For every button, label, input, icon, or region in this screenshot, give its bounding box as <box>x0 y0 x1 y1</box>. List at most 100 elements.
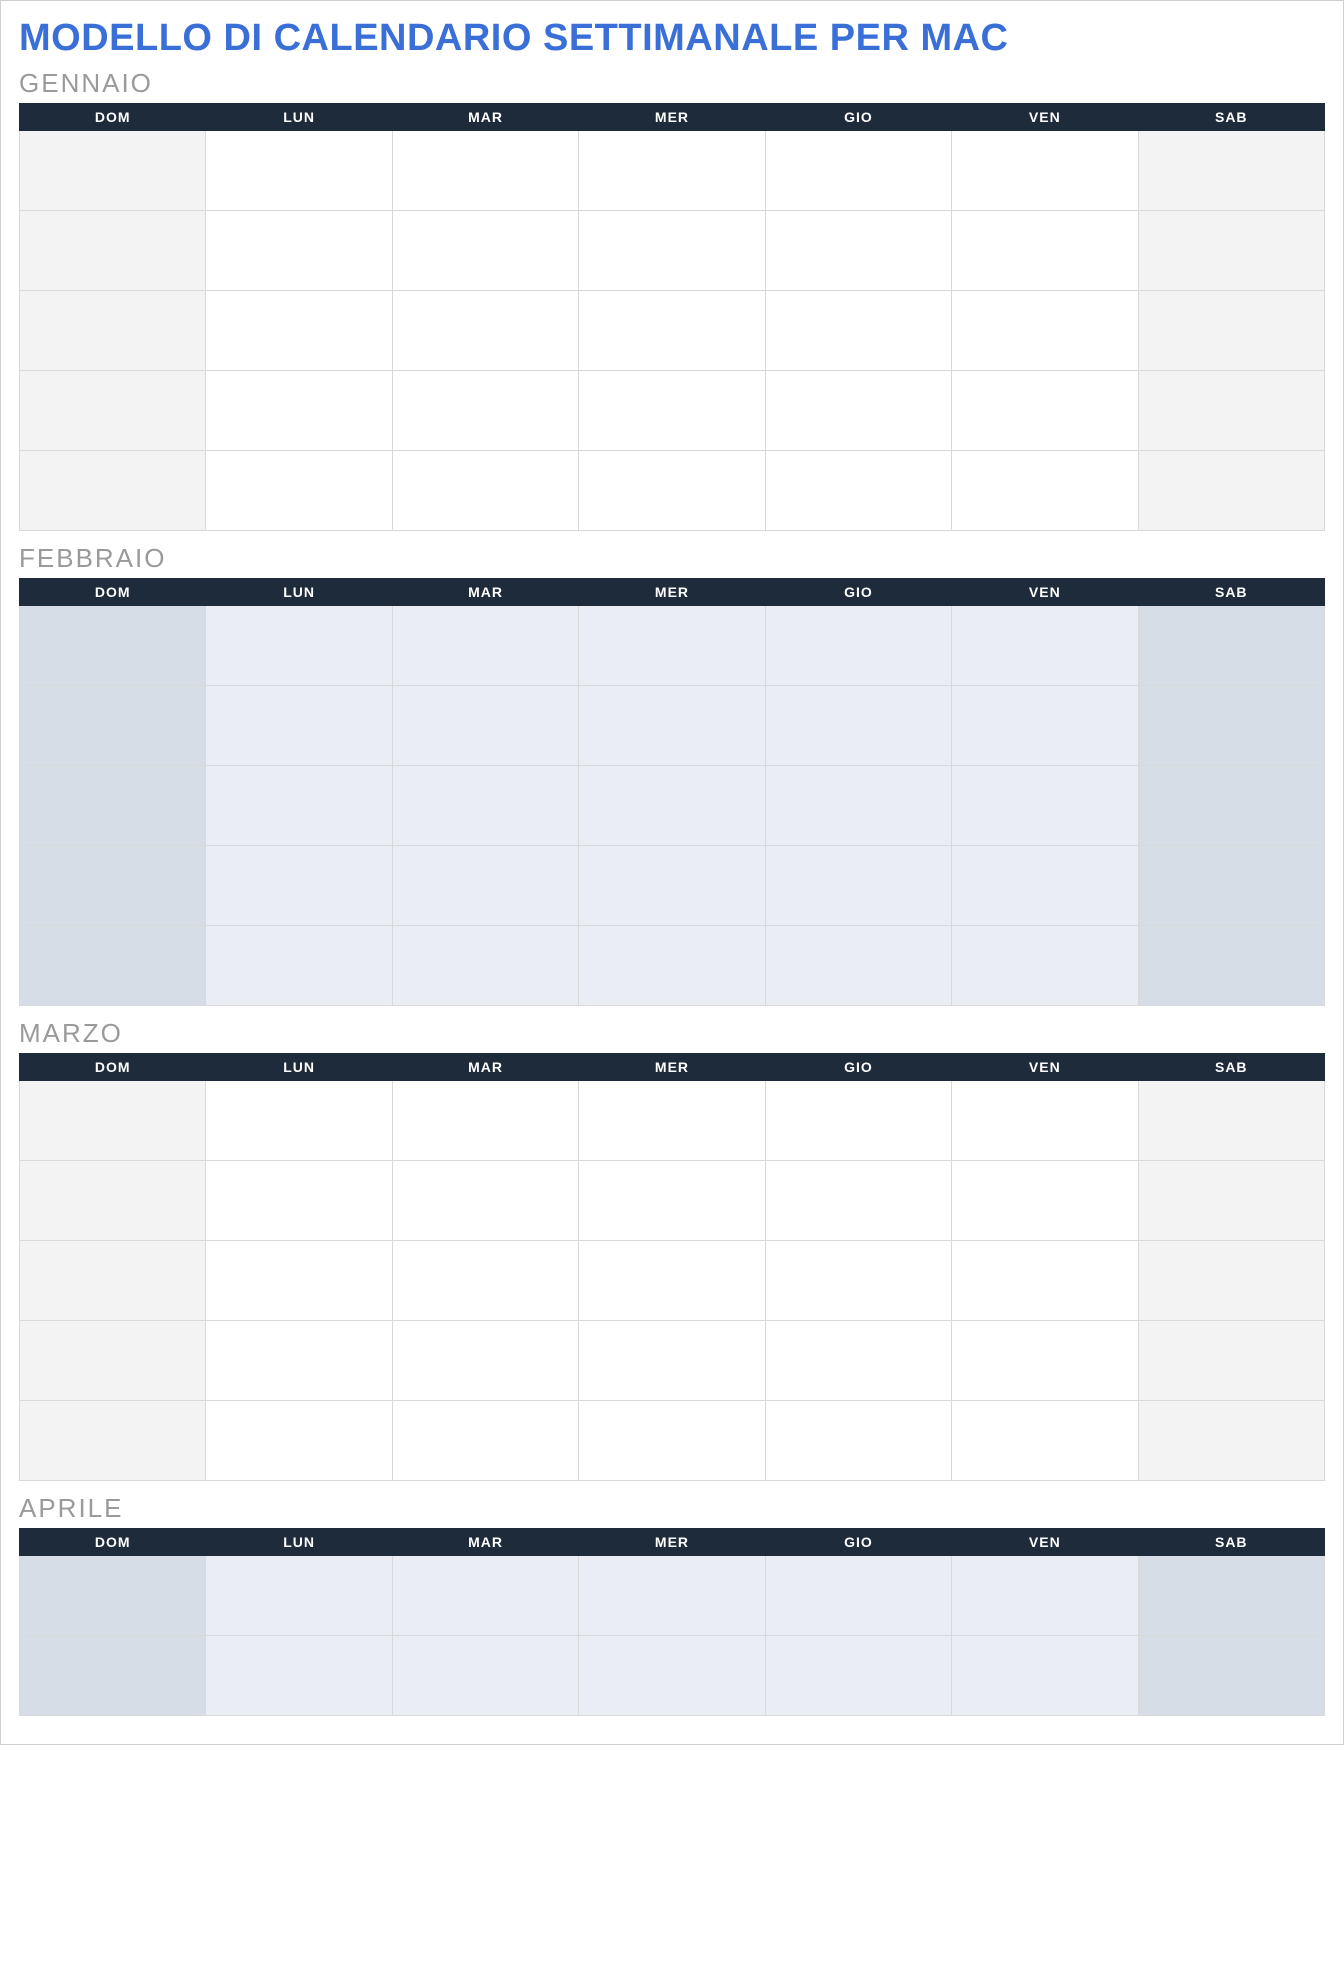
day-cell[interactable] <box>392 1241 578 1321</box>
day-cell[interactable] <box>579 1081 765 1161</box>
day-cell[interactable] <box>1138 451 1324 531</box>
day-cell[interactable] <box>952 1241 1138 1321</box>
day-cell[interactable] <box>1138 1161 1324 1241</box>
day-cell[interactable] <box>765 1081 951 1161</box>
day-cell[interactable] <box>765 1321 951 1401</box>
day-cell[interactable] <box>206 131 392 211</box>
day-cell[interactable] <box>20 1161 206 1241</box>
day-cell[interactable] <box>20 1081 206 1161</box>
day-cell[interactable] <box>952 291 1138 371</box>
day-cell[interactable] <box>579 1241 765 1321</box>
day-cell[interactable] <box>579 1556 765 1636</box>
day-cell[interactable] <box>206 1161 392 1241</box>
day-cell[interactable] <box>765 1161 951 1241</box>
day-cell[interactable] <box>1138 291 1324 371</box>
day-cell[interactable] <box>579 846 765 926</box>
day-cell[interactable] <box>1138 211 1324 291</box>
day-cell[interactable] <box>20 1556 206 1636</box>
day-cell[interactable] <box>392 926 578 1006</box>
day-cell[interactable] <box>392 291 578 371</box>
day-cell[interactable] <box>206 1556 392 1636</box>
day-cell[interactable] <box>952 211 1138 291</box>
day-cell[interactable] <box>1138 1321 1324 1401</box>
day-cell[interactable] <box>1138 1401 1324 1481</box>
day-cell[interactable] <box>20 1321 206 1401</box>
day-cell[interactable] <box>765 1636 951 1716</box>
day-cell[interactable] <box>765 371 951 451</box>
day-cell[interactable] <box>952 606 1138 686</box>
day-cell[interactable] <box>20 211 206 291</box>
day-cell[interactable] <box>392 1081 578 1161</box>
day-cell[interactable] <box>952 1636 1138 1716</box>
day-cell[interactable] <box>392 766 578 846</box>
day-cell[interactable] <box>392 1321 578 1401</box>
day-cell[interactable] <box>206 371 392 451</box>
day-cell[interactable] <box>579 371 765 451</box>
day-cell[interactable] <box>206 291 392 371</box>
day-cell[interactable] <box>579 766 765 846</box>
day-cell[interactable] <box>765 1401 951 1481</box>
day-cell[interactable] <box>206 926 392 1006</box>
day-cell[interactable] <box>765 1556 951 1636</box>
day-cell[interactable] <box>20 1401 206 1481</box>
day-cell[interactable] <box>1138 1636 1324 1716</box>
day-cell[interactable] <box>579 1161 765 1241</box>
day-cell[interactable] <box>392 1556 578 1636</box>
day-cell[interactable] <box>765 926 951 1006</box>
day-cell[interactable] <box>765 686 951 766</box>
day-cell[interactable] <box>20 846 206 926</box>
day-cell[interactable] <box>206 1081 392 1161</box>
day-cell[interactable] <box>765 211 951 291</box>
day-cell[interactable] <box>20 131 206 211</box>
day-cell[interactable] <box>206 451 392 531</box>
day-cell[interactable] <box>579 131 765 211</box>
day-cell[interactable] <box>952 846 1138 926</box>
day-cell[interactable] <box>579 451 765 531</box>
day-cell[interactable] <box>20 686 206 766</box>
day-cell[interactable] <box>579 1636 765 1716</box>
day-cell[interactable] <box>579 686 765 766</box>
day-cell[interactable] <box>952 1556 1138 1636</box>
day-cell[interactable] <box>392 606 578 686</box>
day-cell[interactable] <box>952 1401 1138 1481</box>
day-cell[interactable] <box>765 291 951 371</box>
day-cell[interactable] <box>20 766 206 846</box>
day-cell[interactable] <box>392 1636 578 1716</box>
day-cell[interactable] <box>1138 371 1324 451</box>
day-cell[interactable] <box>20 1636 206 1716</box>
day-cell[interactable] <box>1138 131 1324 211</box>
day-cell[interactable] <box>20 926 206 1006</box>
day-cell[interactable] <box>206 606 392 686</box>
day-cell[interactable] <box>20 451 206 531</box>
day-cell[interactable] <box>765 846 951 926</box>
day-cell[interactable] <box>392 686 578 766</box>
day-cell[interactable] <box>579 291 765 371</box>
day-cell[interactable] <box>765 1241 951 1321</box>
day-cell[interactable] <box>206 1321 392 1401</box>
day-cell[interactable] <box>206 686 392 766</box>
day-cell[interactable] <box>1138 1081 1324 1161</box>
day-cell[interactable] <box>1138 926 1324 1006</box>
day-cell[interactable] <box>765 606 951 686</box>
day-cell[interactable] <box>579 211 765 291</box>
day-cell[interactable] <box>765 766 951 846</box>
day-cell[interactable] <box>20 291 206 371</box>
day-cell[interactable] <box>206 1241 392 1321</box>
day-cell[interactable] <box>952 451 1138 531</box>
day-cell[interactable] <box>1138 686 1324 766</box>
day-cell[interactable] <box>579 606 765 686</box>
day-cell[interactable] <box>392 451 578 531</box>
day-cell[interactable] <box>952 131 1138 211</box>
day-cell[interactable] <box>206 211 392 291</box>
day-cell[interactable] <box>206 1401 392 1481</box>
day-cell[interactable] <box>579 1321 765 1401</box>
day-cell[interactable] <box>579 1401 765 1481</box>
day-cell[interactable] <box>952 1081 1138 1161</box>
day-cell[interactable] <box>20 606 206 686</box>
day-cell[interactable] <box>392 371 578 451</box>
day-cell[interactable] <box>20 371 206 451</box>
day-cell[interactable] <box>392 211 578 291</box>
day-cell[interactable] <box>579 926 765 1006</box>
day-cell[interactable] <box>952 1161 1138 1241</box>
day-cell[interactable] <box>206 846 392 926</box>
